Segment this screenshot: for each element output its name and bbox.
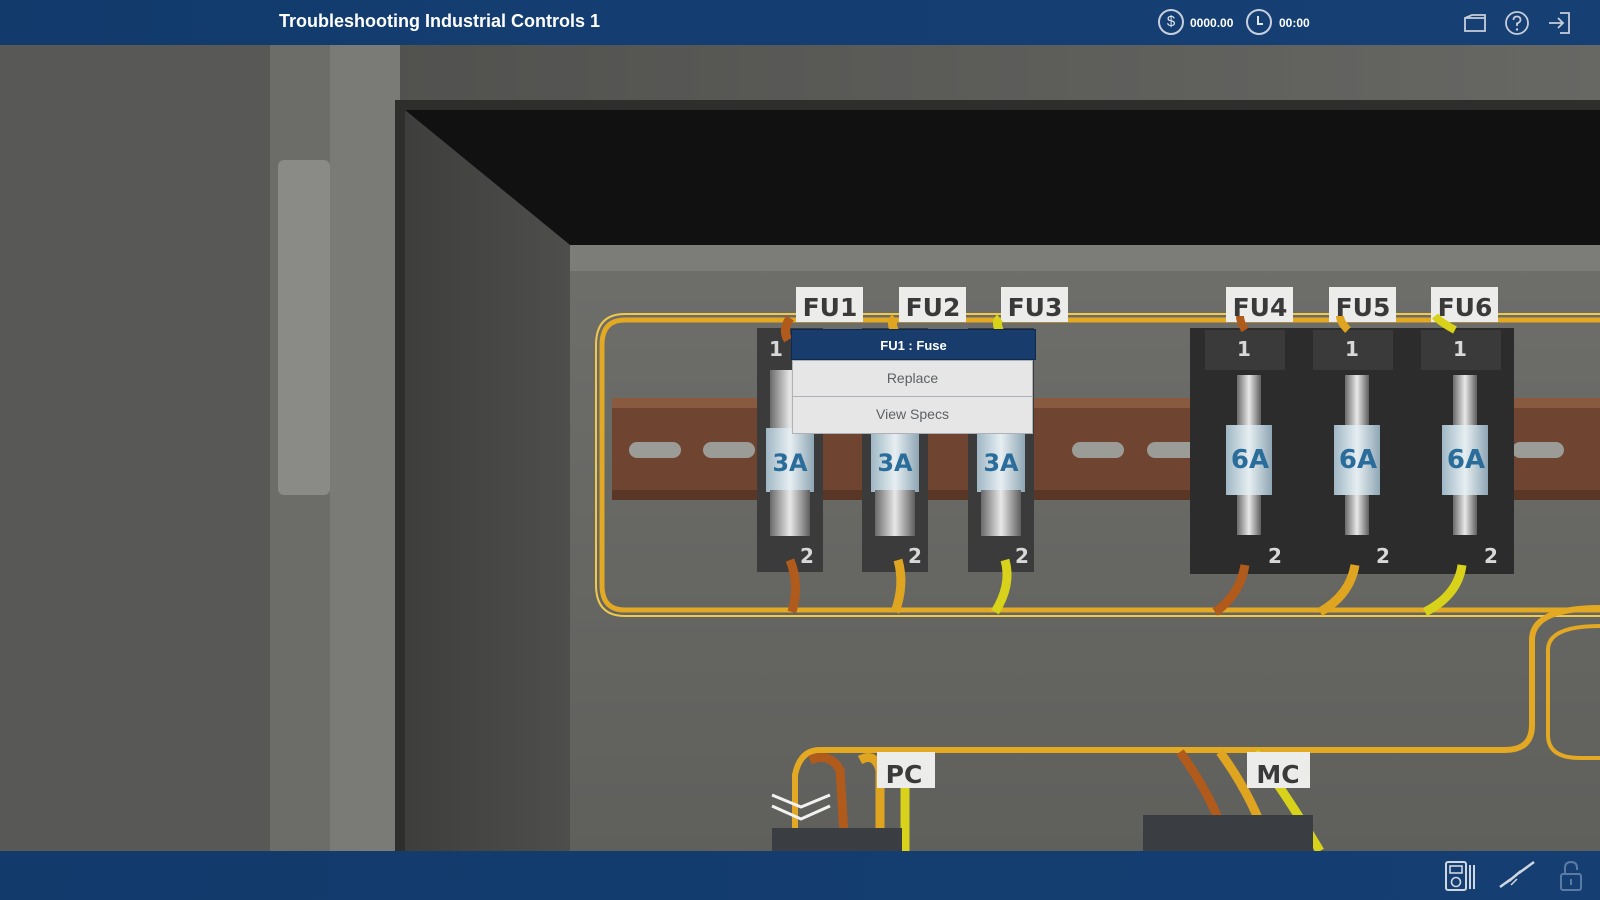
svg-text:2: 2: [1376, 544, 1390, 568]
top-bar: Troubleshooting Industrial Controls 1 $ …: [0, 0, 1600, 45]
screwdriver-icon[interactable]: [1497, 859, 1535, 893]
label-pc: PC: [886, 760, 923, 789]
view-specs-button[interactable]: View Specs: [792, 397, 1033, 434]
clock-icon: [1246, 9, 1272, 35]
svg-text:2: 2: [908, 544, 922, 568]
help-icon[interactable]: [1504, 10, 1530, 36]
label-fu2: FU2: [906, 293, 961, 322]
folder-icon[interactable]: [1462, 10, 1488, 36]
fuse-fu6[interactable]: 6A 1 2: [1406, 328, 1514, 616]
timer-value: 00:00: [1279, 16, 1310, 30]
rating-fu6: 6A: [1447, 445, 1485, 475]
app-title: Troubleshooting Industrial Controls 1: [279, 11, 601, 31]
multimeter-icon[interactable]: [1443, 859, 1477, 893]
label-fu1: FU1: [803, 293, 858, 322]
svg-text:1: 1: [1345, 337, 1359, 361]
dollar-icon: $: [1158, 9, 1184, 35]
svg-text:1: 1: [1237, 337, 1251, 361]
fuse-fu5[interactable]: 6A 1 2: [1298, 328, 1406, 616]
control-panel-scene: PC MC FU1 FU2 FU3 FU4 FU5 FU6 3A 1 2 3A …: [0, 45, 1600, 851]
fuse-fu4[interactable]: 6A 1 2: [1190, 328, 1298, 616]
rating-fu4: 6A: [1231, 445, 1269, 475]
rating-fu1: 3A: [772, 449, 808, 477]
svg-text:1: 1: [769, 337, 783, 361]
svg-text:1: 1: [1453, 337, 1467, 361]
rating-fu2: 3A: [877, 449, 913, 477]
chevron-down-icon[interactable]: [770, 793, 832, 823]
money-value: 0000.00: [1190, 16, 1234, 30]
svg-text:2: 2: [1268, 544, 1282, 568]
replace-button[interactable]: Replace: [792, 360, 1033, 397]
bottom-toolbar: [0, 851, 1600, 900]
svg-text:2: 2: [800, 544, 814, 568]
label-fu3: FU3: [1008, 293, 1063, 322]
label-mc: MC: [1256, 760, 1299, 789]
context-menu-title: FU1 : Fuse: [791, 329, 1036, 360]
label-fu6: FU6: [1438, 293, 1493, 322]
simulation-stage: Troubleshooting Industrial Controls 1 $ …: [0, 0, 1600, 900]
rating-fu3: 3A: [983, 449, 1019, 477]
svg-text:2: 2: [1015, 544, 1029, 568]
rating-fu5: 6A: [1339, 445, 1377, 475]
context-menu: FU1 : Fuse Replace View Specs: [791, 329, 1036, 434]
exit-icon[interactable]: [1546, 10, 1572, 36]
lock-icon[interactable]: [1557, 859, 1591, 893]
svg-text:2: 2: [1484, 544, 1498, 568]
